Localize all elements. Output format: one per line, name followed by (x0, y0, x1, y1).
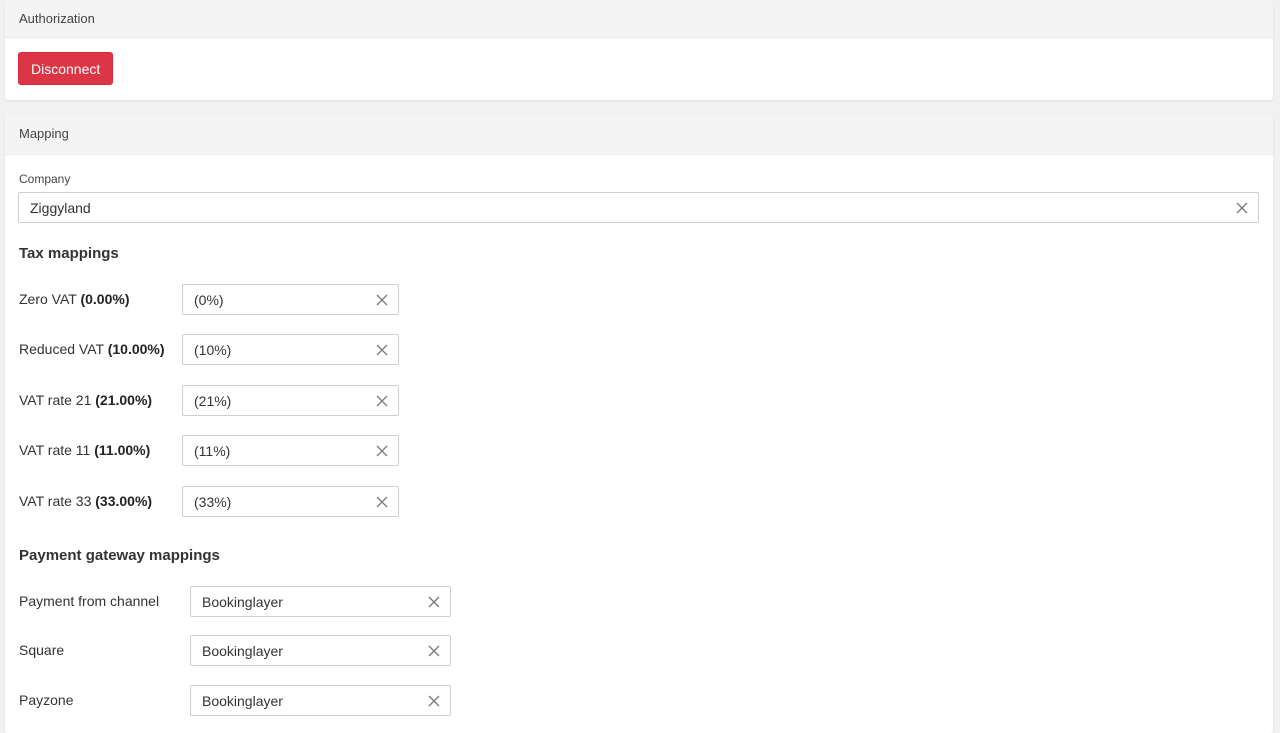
tax-name: VAT rate 21 (19, 392, 92, 408)
tax-rate: (11.00%) (94, 442, 151, 458)
tax-name: Reduced VAT (19, 341, 104, 357)
payment-mapping-select[interactable]: Bookinglayer (190, 685, 451, 716)
tax-mapping-select[interactable]: (0%) (182, 284, 399, 315)
tax-rate: (21.00%) (95, 392, 153, 408)
company-select[interactable]: Ziggyland (18, 192, 1259, 223)
tax-mapping-value: (0%) (194, 292, 224, 308)
tax-name: VAT rate 33 (19, 493, 92, 509)
tax-row-label: VAT rate 11 (11.00%) (19, 440, 150, 460)
payment-row-label: Payment from channel (19, 593, 160, 609)
close-icon[interactable] (375, 394, 389, 408)
close-icon[interactable] (427, 644, 441, 658)
tax-mapping-value: (11%) (194, 443, 231, 459)
tax-mapping-select[interactable]: (33%) (182, 486, 399, 517)
authorization-header: Authorization (5, 0, 1273, 38)
tax-rate: (10.00%) (107, 341, 165, 357)
mapping-header: Mapping (5, 113, 1273, 155)
tax-mappings-title: Tax mappings (19, 245, 119, 262)
tax-row-label: Reduced VAT (10.00%) (19, 339, 165, 359)
tax-name: Zero VAT (19, 291, 77, 307)
tax-rate: (0.00%) (80, 291, 130, 307)
payment-mapping-select[interactable]: Bookinglayer (190, 586, 451, 617)
tax-mapping-value: (21%) (194, 393, 232, 409)
company-label: Company (19, 172, 71, 186)
payment-mappings-title: Payment gateway mappings (19, 547, 220, 564)
tax-row-label: VAT rate 21 (21.00%) (19, 390, 152, 410)
payment-row-label: Payzone (19, 692, 74, 708)
tax-mapping-select[interactable]: (10%) (182, 334, 399, 365)
payment-mapping-value: Bookinglayer (202, 693, 283, 709)
tax-mapping-select[interactable]: (11%) (182, 435, 399, 466)
payment-mapping-value: Bookinglayer (202, 643, 283, 659)
close-icon[interactable] (427, 595, 441, 609)
tax-mapping-value: (10%) (194, 342, 232, 358)
close-icon[interactable] (427, 694, 441, 708)
mapping-card: Mapping Company Ziggyland Tax mappings Z… (5, 113, 1273, 733)
payment-row-label: Square (19, 642, 65, 658)
tax-row-label: Zero VAT (0.00%) (19, 289, 130, 309)
authorization-card: Authorization Disconnect (5, 0, 1273, 100)
close-icon[interactable] (375, 293, 389, 307)
payment-mapping-value: Bookinglayer (202, 594, 283, 610)
close-icon[interactable] (375, 343, 389, 357)
tax-mapping-value: (33%) (194, 494, 232, 510)
close-icon[interactable] (1235, 201, 1249, 215)
close-icon[interactable] (375, 495, 389, 509)
tax-rate: (33.00%) (95, 493, 153, 509)
company-select-value: Ziggyland (30, 200, 91, 216)
tax-mapping-select[interactable]: (21%) (182, 385, 399, 416)
close-icon[interactable] (375, 444, 389, 458)
disconnect-button[interactable]: Disconnect (18, 52, 114, 85)
tax-name: VAT rate 11 (19, 442, 91, 458)
tax-row-label: VAT rate 33 (33.00%) (19, 491, 152, 511)
payment-mapping-select[interactable]: Bookinglayer (190, 635, 451, 666)
